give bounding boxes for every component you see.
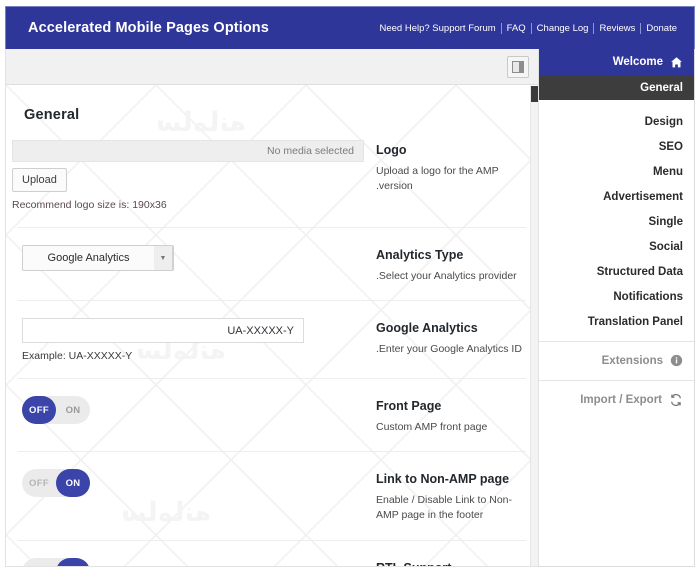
- setting-field-rtl-support: ON OFF: [22, 557, 370, 567]
- header-links: Need Help? Support Forum FAQ Change Log …: [374, 22, 682, 34]
- sidebar-item-single[interactable]: Single: [539, 209, 694, 234]
- page-title: Accelerated Mobile Pages Options: [28, 20, 269, 36]
- sidebar-item-label: Social: [649, 240, 683, 253]
- rtl-support-toggle[interactable]: ON OFF: [22, 557, 90, 567]
- google-analytics-id-input[interactable]: UA-XXXXX-Y: [22, 318, 304, 344]
- setting-label-analytics-type: Analytics Type Select your Analytics pro…: [370, 245, 522, 284]
- sidebar-item-label: Advertisement: [603, 190, 683, 203]
- sidebar-item-label: Welcome: [612, 56, 663, 68]
- amp-options-page: Accelerated Mobile Pages Options Need He…: [0, 0, 700, 567]
- setting-field-front-page: ON OFF: [22, 396, 370, 425]
- content-scrollbar[interactable]: [530, 86, 538, 566]
- sidebar-item-welcome[interactable]: Welcome: [539, 49, 694, 75]
- header-link-donate[interactable]: Donate: [641, 23, 682, 34]
- header-link-change-log[interactable]: Change Log: [532, 23, 594, 34]
- setting-title: Front Page: [376, 399, 442, 414]
- sidebar-item-structured-data[interactable]: Structured Data: [539, 259, 694, 284]
- sidebar-item-label: Single: [648, 215, 683, 228]
- setting-label-google-analytics: Google Analytics Enter your Google Analy…: [370, 318, 522, 357]
- setting-field-logo: No media selected Upload Recommend logo …: [12, 140, 370, 211]
- setting-title: RTL Support: [376, 560, 522, 567]
- header-link-reviews[interactable]: Reviews: [594, 23, 640, 34]
- app-header: Accelerated Mobile Pages Options Need He…: [5, 6, 695, 49]
- section-heading-general: General: [24, 107, 80, 123]
- setting-description: Upload a logo for the AMP version.: [376, 164, 499, 193]
- home-icon: [670, 56, 683, 69]
- front-page-toggle[interactable]: ON OFF: [22, 396, 90, 425]
- sidebar-item-translation-panel[interactable]: Translation Panel: [539, 309, 694, 334]
- sidebar-item-label: Extensions: [601, 354, 663, 367]
- sync-icon: [669, 393, 683, 407]
- sidebar-item-label: General: [640, 81, 683, 94]
- setting-description: Enable / Disable Link to Non-AMP page in…: [376, 494, 512, 522]
- google-analytics-example: Example: UA-XXXXX-Y: [22, 350, 133, 363]
- setting-title: Google Analytics: [376, 321, 478, 336]
- analytics-type-selected-value: Google Analytics: [47, 252, 130, 264]
- sidebar-item-label: Translation Panel: [587, 315, 683, 328]
- setting-row-logo: Logo Upload a logo for the AMP version. …: [12, 123, 526, 228]
- setting-row-analytics-type: Analytics Type Select your Analytics pro…: [18, 228, 526, 302]
- body-wrapper: سامانه سامانه سامانه General Logo Upload…: [5, 49, 695, 567]
- setting-label-rtl-support: RTL Support Enable Right to Left languag…: [370, 558, 522, 567]
- setting-description: Enter your Google Analytics ID.: [376, 342, 522, 355]
- toggle-off-label: OFF: [22, 396, 56, 425]
- sidebar-item-seo[interactable]: SEO: [539, 134, 694, 159]
- logo-size-hint: Recommend logo size is: 190x36: [12, 199, 167, 211]
- scrollbar-thumb[interactable]: [531, 86, 538, 102]
- sidebar-item-notifications[interactable]: Notifications: [539, 284, 694, 309]
- logo-upload-button[interactable]: Upload: [12, 168, 67, 192]
- sidebar-item-extensions[interactable]: Extensions: [539, 348, 694, 373]
- setting-row-link-to-non-amp: Link to Non-AMP page Enable / Disable Li…: [18, 452, 526, 541]
- main-content-panel: سامانه سامانه سامانه General Logo Upload…: [5, 49, 539, 567]
- setting-field-link-to-non-amp: ON OFF: [22, 469, 370, 498]
- toggle-on-label: ON: [56, 557, 90, 566]
- setting-label-front-page: Front Page Custom AMP front page: [370, 396, 522, 435]
- setting-field-analytics-type: ▼ Google Analytics: [22, 245, 370, 271]
- sidebar-item-design[interactable]: Design: [539, 109, 694, 134]
- setting-title: Analytics Type: [376, 248, 464, 262]
- setting-title: Link to Non-AMP page: [376, 472, 510, 487]
- content-toolbar: [6, 49, 538, 85]
- settings-scroll-area: سامانه سامانه سامانه General Logo Upload…: [6, 85, 538, 566]
- setting-label-logo: Logo Upload a logo for the AMP version.: [370, 140, 522, 194]
- sidebar-item-advertisement[interactable]: Advertisement: [539, 184, 694, 209]
- sidebar-divider: [539, 341, 694, 342]
- analytics-type-select[interactable]: ▼ Google Analytics: [22, 245, 174, 271]
- setting-row-rtl-support: RTL Support Enable Right to Left languag…: [18, 541, 526, 567]
- sidebar-item-label: Structured Data: [596, 265, 683, 278]
- panel-layout-icon[interactable]: [507, 55, 529, 78]
- settings-list: General Logo Upload a logo for the AMP v…: [6, 85, 538, 566]
- setting-description: Select your Analytics provider.: [376, 269, 517, 282]
- sidebar-item-social[interactable]: Social: [539, 234, 694, 259]
- toggle-off-label: OFF: [22, 558, 56, 567]
- sidebar-divider: [539, 380, 694, 381]
- chevron-down-icon: ▼: [154, 246, 173, 270]
- link-to-non-amp-toggle[interactable]: ON OFF: [22, 469, 90, 498]
- header-link-support-forum[interactable]: Need Help? Support Forum: [374, 23, 500, 34]
- setting-field-google-analytics: UA-XXXXX-Y Example: UA-XXXXX-Y: [22, 318, 370, 362]
- sidebar-item-import-export[interactable]: Import / Export: [539, 387, 694, 412]
- logo-media-input[interactable]: No media selected: [12, 140, 364, 162]
- setting-row-google-analytics: Google Analytics Enter your Google Analy…: [18, 301, 526, 380]
- sidebar-item-general[interactable]: General: [539, 75, 694, 100]
- setting-description: Custom AMP front page: [376, 420, 488, 433]
- sidebar-item-label: Import / Export: [580, 393, 662, 406]
- toggle-on-label: ON: [56, 469, 90, 498]
- sidebar-item-label: Notifications: [613, 290, 683, 303]
- toggle-off-label: OFF: [29, 477, 49, 489]
- toggle-on-label: ON: [65, 404, 81, 416]
- header-link-faq[interactable]: FAQ: [502, 23, 531, 34]
- info-icon: [670, 354, 683, 367]
- sidebar-item-menu[interactable]: Menu: [539, 159, 694, 184]
- settings-sidebar: Welcome General Design SEO Menu Advertis…: [539, 49, 695, 567]
- sidebar-item-label: SEO: [658, 140, 683, 153]
- setting-row-front-page: Front Page Custom AMP front page ON OFF: [18, 379, 526, 453]
- setting-label-link-to-non-amp: Link to Non-AMP page Enable / Disable Li…: [370, 469, 522, 523]
- setting-title: Logo: [376, 143, 407, 157]
- sidebar-item-label: Menu: [652, 165, 683, 178]
- sidebar-item-label: Design: [644, 115, 683, 128]
